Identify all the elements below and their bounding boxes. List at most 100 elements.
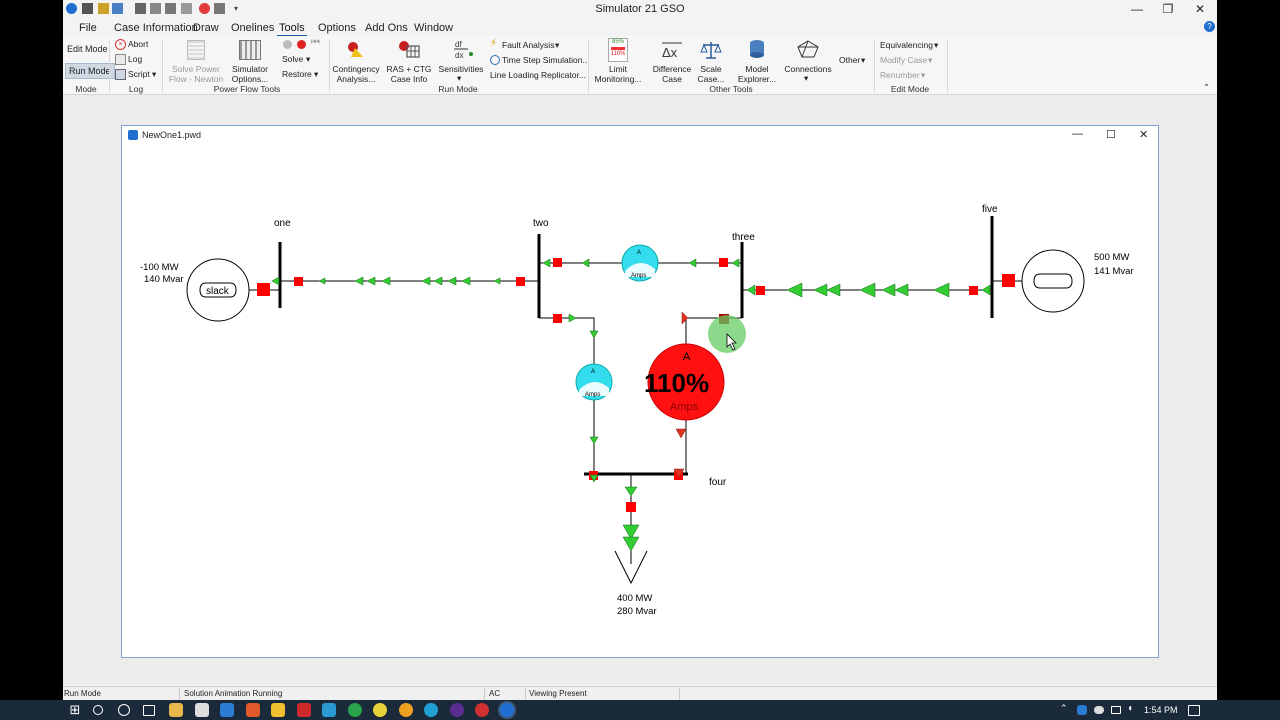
sensitivities-chevron-down-icon[interactable]: ▾: [457, 73, 461, 83]
renumber-chevron-down-icon[interactable]: ▾: [921, 70, 925, 80]
chrome-icon[interactable]: [373, 703, 387, 717]
task-view-icon[interactable]: [143, 705, 155, 716]
record-icon[interactable]: [297, 40, 306, 49]
slack-label: slack: [206, 286, 230, 297]
mail-icon[interactable]: [220, 703, 234, 717]
maximize-button[interactable]: ❐: [1152, 0, 1184, 18]
tab-draw[interactable]: Draw: [191, 21, 221, 35]
clock[interactable]: 1:54 PM: [1144, 705, 1178, 715]
abort-button[interactable]: Abort: [128, 39, 148, 49]
tray-chevron-up-icon[interactable]: ⌃: [1060, 703, 1068, 714]
script-chevron-down-icon[interactable]: ▾: [152, 69, 156, 79]
volume-icon[interactable]: ◖: [1127, 703, 1141, 717]
breaker-one-two-b[interactable]: [516, 277, 525, 286]
model-explorer-line2: Explorer...: [737, 74, 777, 84]
tab-tools[interactable]: Tools: [277, 21, 307, 37]
renumber-button[interactable]: Renumber: [880, 70, 920, 80]
script-icon: [115, 69, 126, 80]
title-bar: ▾ Simulator 21 GSO — ❐ ✕: [63, 0, 1217, 18]
other-button[interactable]: Other: [839, 55, 860, 65]
model-explorer-line1: Model: [745, 64, 769, 74]
search-icon[interactable]: [93, 705, 103, 715]
svg-text:df: df: [455, 40, 462, 49]
onedrive-icon[interactable]: [1094, 706, 1104, 714]
load-four-breaker[interactable]: [626, 502, 636, 512]
other-chevron-down-icon[interactable]: ▾: [861, 55, 865, 65]
scale-case-line2: Case...: [697, 74, 725, 84]
model-explorer-button[interactable]: Model Explorer...: [733, 64, 781, 84]
oneline-maximize-button[interactable]: ☐: [1106, 128, 1116, 141]
chrome-canary-icon[interactable]: [399, 703, 413, 717]
app-icon-2[interactable]: [271, 703, 285, 717]
connections-chevron-down-icon[interactable]: ▾: [804, 73, 808, 83]
help-icon[interactable]: ?: [1204, 21, 1215, 32]
solve-button[interactable]: Solve: [282, 54, 303, 64]
restore-chevron-down-icon[interactable]: ▾: [314, 69, 318, 79]
bus-label-five: five: [982, 204, 998, 215]
contingency-analysis-button[interactable]: Contingency Analysis...: [331, 64, 381, 84]
rewind-icon[interactable]: ⏮: [311, 38, 320, 48]
ribbon-separator: [162, 40, 163, 92]
solve-power-flow-button[interactable]: Solve Power Flow - Newton: [167, 64, 225, 84]
simulator-options-button[interactable]: Simulator Options...: [229, 64, 271, 84]
breaker-three-five-b[interactable]: [969, 286, 978, 295]
app-icon-4[interactable]: [322, 703, 336, 717]
modify-case-button[interactable]: Modify Case: [880, 55, 927, 65]
solve-power-flow-icon: [187, 40, 205, 60]
line-loading-replicator-button[interactable]: Line Loading Replicator...: [490, 70, 586, 80]
tab-add-ons[interactable]: Add Ons: [363, 21, 410, 35]
ras-ctg-button[interactable]: RAS + CTG Case Info: [385, 64, 433, 84]
script-button[interactable]: Script: [128, 69, 150, 79]
edit-mode-button[interactable]: Edit Mode: [67, 44, 108, 54]
close-button[interactable]: ✕: [1184, 0, 1216, 18]
pause-icon[interactable]: [283, 40, 292, 49]
tab-window[interactable]: Window: [412, 21, 455, 35]
network-icon[interactable]: [1111, 706, 1121, 714]
file-explorer-icon[interactable]: [169, 703, 183, 717]
gauge-overload-value: 110%: [644, 368, 709, 398]
log-button[interactable]: Log: [128, 54, 142, 64]
breaker-two-three-b[interactable]: [719, 258, 728, 267]
app-icon-7[interactable]: [475, 703, 489, 717]
breaker-one-two-a[interactable]: [294, 277, 303, 286]
restore-button[interactable]: Restore: [282, 69, 312, 79]
fault-analysis-chevron-down-icon[interactable]: ▾: [555, 40, 559, 50]
app-icon-6[interactable]: [450, 703, 464, 717]
breaker-three-five-a[interactable]: [756, 286, 765, 295]
oneline-close-button[interactable]: ✕: [1139, 128, 1148, 141]
edge-icon[interactable]: [424, 703, 438, 717]
breaker-two-three-a[interactable]: [553, 258, 562, 267]
minimize-button[interactable]: —: [1121, 0, 1153, 18]
limit-monitoring-button[interactable]: Limit Monitoring...: [591, 64, 645, 84]
equivalencing-chevron-down-icon[interactable]: ▾: [934, 40, 938, 50]
start-windows-icon[interactable]: ⊞: [68, 703, 82, 717]
run-mode-button[interactable]: Run Mode: [65, 63, 115, 79]
difference-case-button[interactable]: Difference Case: [647, 64, 697, 84]
tab-file[interactable]: File: [77, 21, 99, 35]
fault-analysis-icon: ⚡: [490, 38, 498, 49]
store-icon[interactable]: [195, 703, 209, 717]
app-icon-5[interactable]: [348, 703, 362, 717]
solve-chevron-down-icon[interactable]: ▾: [306, 54, 310, 64]
simulator-taskbar-icon[interactable]: [500, 703, 514, 717]
tray-app-icon[interactable]: [1077, 705, 1087, 715]
tab-onelines[interactable]: Onelines: [229, 21, 276, 35]
oneline-minimize-button[interactable]: —: [1072, 128, 1083, 140]
fault-analysis-button[interactable]: Fault Analysis: [502, 40, 554, 50]
notifications-icon[interactable]: [1188, 705, 1200, 716]
tab-options[interactable]: Options: [316, 21, 358, 35]
slack-breaker[interactable]: [257, 283, 270, 296]
breaker-two-four-a[interactable]: [553, 314, 562, 323]
tab-case-information[interactable]: Case Information: [112, 21, 200, 35]
gen-five-breaker[interactable]: [1002, 274, 1015, 287]
app-icon-1[interactable]: [246, 703, 260, 717]
scale-case-button[interactable]: Scale Case...: [695, 64, 727, 84]
generator-five[interactable]: [1021, 249, 1085, 313]
cortana-icon[interactable]: [118, 704, 130, 716]
equivalencing-button[interactable]: Equivalencing: [880, 40, 933, 50]
app-icon-3[interactable]: [297, 703, 311, 717]
collapse-ribbon-chevron-up-icon[interactable]: ⌃: [1203, 82, 1210, 92]
ribbon-separator: [947, 40, 948, 92]
time-step-simulation-button[interactable]: Time Step Simulation...: [502, 55, 590, 65]
modify-case-chevron-down-icon[interactable]: ▾: [928, 55, 932, 65]
